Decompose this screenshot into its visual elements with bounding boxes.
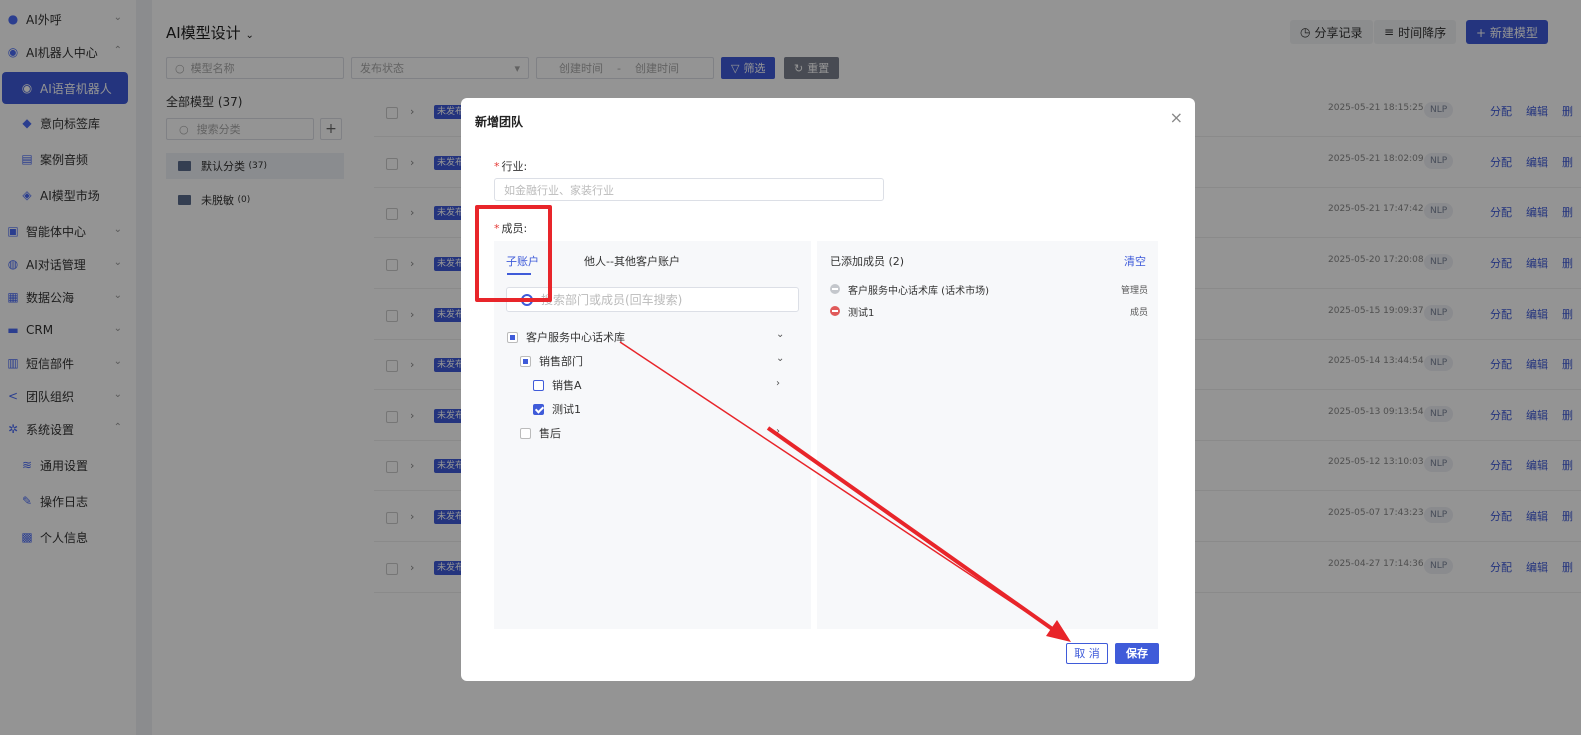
member-role: 成员 xyxy=(1129,307,1148,318)
added-member-row: 客户服务中心话术库 (话术市场) 管理员 xyxy=(830,281,1148,297)
tree-checkbox[interactable] xyxy=(507,331,518,343)
industry-label: * 行业: xyxy=(494,158,527,174)
chevron-right-icon[interactable]: › xyxy=(776,378,780,389)
chevron-down-icon[interactable]: ⌄ xyxy=(776,353,784,364)
required-mark: * xyxy=(494,160,500,173)
tree-checkbox[interactable] xyxy=(520,427,531,439)
new-team-dialog: 新增团队 × * 行业: 如金融行业、家装行业 * 成员: 子账户 他人--其他客户… xyxy=(461,98,1195,681)
industry-input[interactable]: 如金融行业、家装行业 xyxy=(494,178,884,201)
dialog-title: 新增团队 xyxy=(475,115,524,129)
cancel-button[interactable]: 取 消 xyxy=(1066,643,1108,664)
remove-icon[interactable] xyxy=(830,284,840,294)
tree-node-test1[interactable]: 测试1 xyxy=(533,399,581,419)
industry-label-text: 行业: xyxy=(501,160,528,173)
member-role: 管理员 xyxy=(1120,285,1148,296)
close-icon[interactable]: × xyxy=(1170,108,1183,127)
tree-checkbox[interactable] xyxy=(533,379,544,391)
tree-node-customer-service[interactable]: 客户服务中心话术库 xyxy=(507,327,625,347)
tree-node-sales-dept[interactable]: 销售部门 xyxy=(520,351,583,371)
tree-node-label: 售后 xyxy=(539,427,561,440)
added-members-panel: 已添加成员 (2) 清空 客户服务中心话术库 (话术市场) 管理员 测试1 成员 xyxy=(817,241,1158,629)
added-members-title: 已添加成员 (2) xyxy=(830,255,905,268)
tree-node-label: 测试1 xyxy=(552,403,581,416)
save-button[interactable]: 保存 xyxy=(1115,643,1159,664)
clear-members-link[interactable]: 清空 xyxy=(1124,253,1146,269)
tree-checkbox[interactable] xyxy=(533,403,544,415)
added-member-row: 测试1 成员 xyxy=(830,303,1148,319)
chevron-down-icon[interactable]: ⌄ xyxy=(776,329,784,340)
remove-icon[interactable] xyxy=(830,306,840,316)
tree-node-label: 销售A xyxy=(552,379,582,392)
annotation-highlight-box xyxy=(475,205,552,302)
member-search-placeholder: 搜索部门或成员(回车搜索) xyxy=(541,293,683,307)
chevron-right-icon[interactable]: › xyxy=(776,426,780,437)
tree-checkbox[interactable] xyxy=(520,355,531,367)
tree-node-after-sales[interactable]: 售后 xyxy=(520,423,561,443)
tree-node-label: 销售部门 xyxy=(539,355,583,368)
tab-other-accounts[interactable]: 他人--其他客户账户 xyxy=(584,253,680,269)
tree-node-label: 客户服务中心话术库 xyxy=(526,331,625,344)
tree-node-sales-a[interactable]: 销售A xyxy=(533,375,582,395)
member-name: 客户服务中心话术库 (话术市场) xyxy=(848,285,989,297)
member-name: 测试1 xyxy=(848,307,875,319)
